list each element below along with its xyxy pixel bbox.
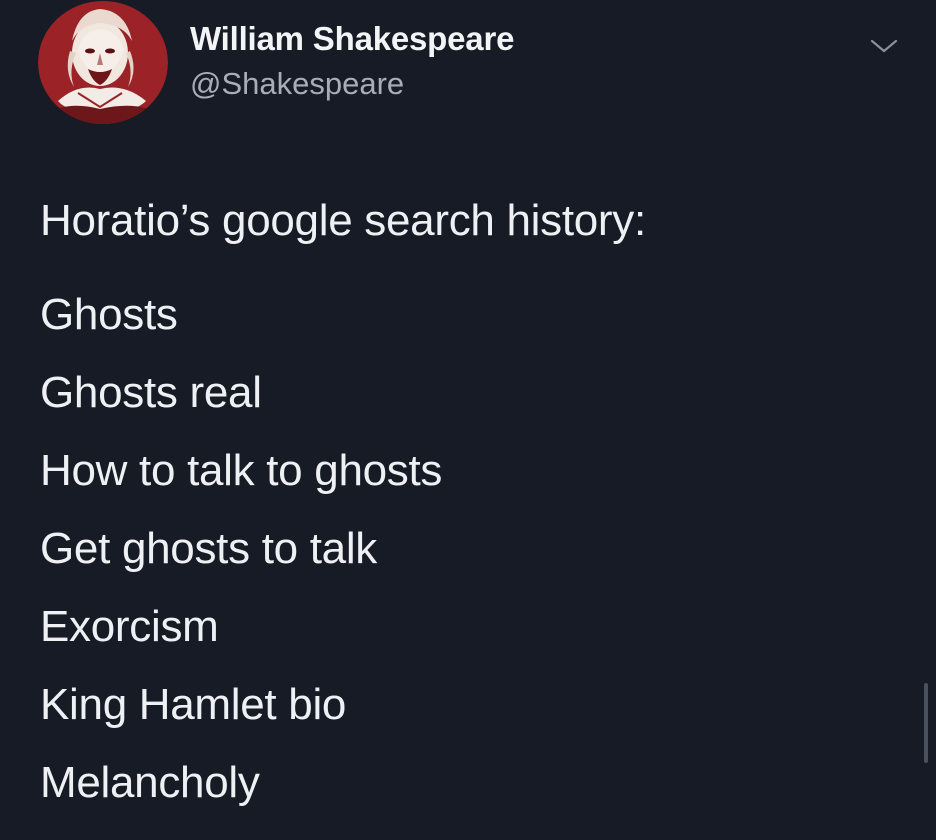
search-history-list: Ghosts Ghosts real How to talk to ghosts… (40, 276, 900, 822)
tweet-body: Horatio’s google search history: Ghosts … (40, 193, 900, 822)
more-options-button[interactable] (862, 26, 906, 66)
search-history-item: Get ghosts to talk (40, 524, 377, 573)
chevron-down-icon (870, 39, 898, 53)
search-history-item: Melancholy (40, 758, 260, 807)
shakespeare-portrait-icon (38, 1, 168, 124)
author-handle[interactable]: @Shakespeare (190, 65, 404, 103)
avatar[interactable] (38, 1, 168, 124)
search-history-item: Ghosts (40, 290, 178, 339)
search-history-item: King Hamlet bio (40, 680, 347, 729)
tweet-headline: Horatio’s google search history: (40, 196, 646, 245)
scrollbar[interactable] (924, 683, 928, 763)
search-history-item: How to talk to ghosts (40, 446, 443, 495)
search-history-item: Exorcism (40, 602, 219, 651)
author-display-name[interactable]: William Shakespeare (190, 19, 514, 59)
search-history-item: Ghosts real (40, 368, 262, 417)
